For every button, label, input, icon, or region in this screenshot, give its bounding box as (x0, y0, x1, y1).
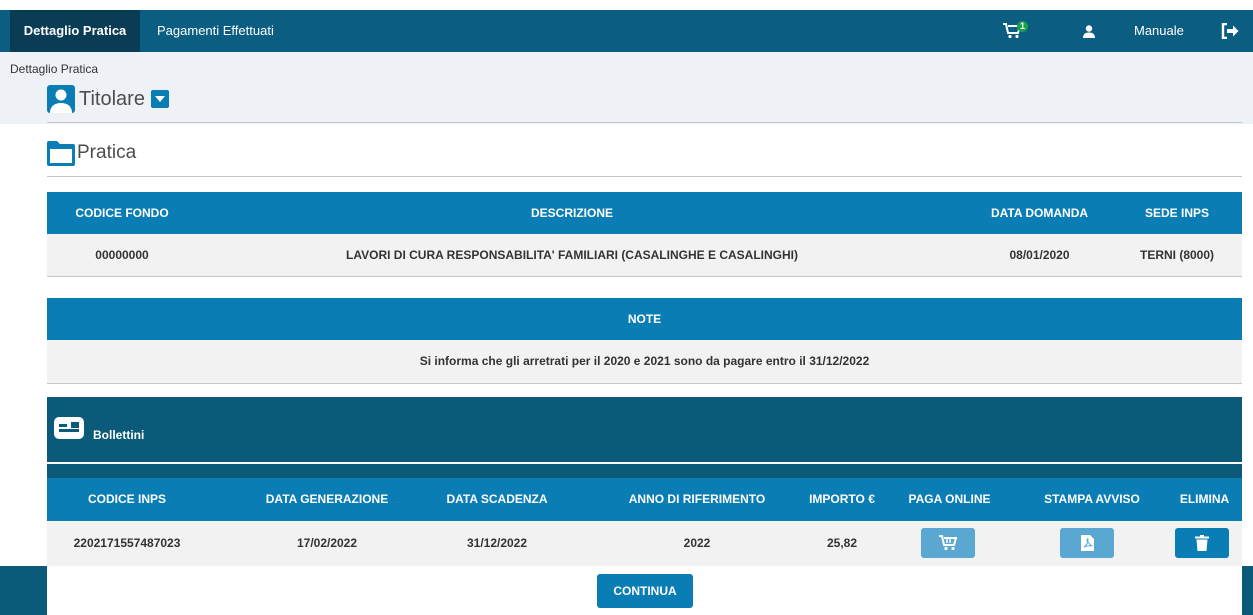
logout-icon (1221, 23, 1239, 39)
elimina-button[interactable] (1175, 528, 1229, 558)
user-box-icon (47, 85, 75, 113)
column-header: CODICE INPS (87, 492, 166, 506)
data-generazione-cell: 17/02/2022 (296, 536, 358, 550)
column-header: DESCRIZIONE (530, 206, 613, 220)
folder-icon (47, 141, 75, 166)
user-button[interactable] (1080, 10, 1098, 52)
sede-inps-cell: TERNI (8000) (1139, 248, 1215, 262)
column-header: DATA GENERAZIONE (265, 492, 389, 506)
codice-fondo-cell: 00000000 (95, 248, 149, 262)
divider (47, 176, 1242, 177)
header-band (0, 52, 1253, 124)
bollettini-title: Bollettini (93, 428, 145, 442)
titolare-section-header: Titolare (47, 85, 169, 113)
codice-inps-cell: 2202171557487023 (73, 536, 181, 550)
column-header: DATA DOMANDA (990, 206, 1089, 220)
paga-online-button[interactable] (921, 528, 975, 558)
divider (47, 122, 1242, 123)
column-header: STAMPA AVVISO (1044, 492, 1140, 506)
stampa-avviso-button[interactable] (1060, 528, 1114, 558)
pdf-file-icon (1080, 535, 1094, 551)
cart-icon (939, 535, 957, 551)
breadcrumb: Dettaglio Pratica (10, 62, 99, 76)
tab-dettaglio-pratica[interactable]: Dettaglio Pratica (10, 10, 140, 52)
column-header: PAGA ONLINE (908, 492, 991, 506)
anno-riferimento-cell: 2022 (683, 536, 711, 550)
id-card-icon (54, 417, 84, 439)
continua-button[interactable]: CONTINUA (597, 574, 693, 608)
pratica-table-header: CODICE FONDO DESCRIZIONE DATA DOMANDA SE… (47, 192, 1242, 234)
bollettini-table-header: CODICE INPS DATA GENERAZIONE DATA SCADEN… (47, 478, 1242, 521)
note-header-label: NOTE (627, 312, 662, 326)
column-header: ANNO DI RIFERIMENTO (628, 492, 766, 506)
data-domanda-cell: 08/01/2020 (1009, 248, 1070, 262)
pratica-table-row: 00000000 LAVORI DI CURA RESPONSABILITA' … (47, 234, 1242, 277)
column-header: SEDE INPS (1144, 206, 1210, 220)
logout-button[interactable] (1219, 10, 1241, 52)
note-header: NOTE (47, 298, 1242, 340)
pratica-section-header: Pratica (47, 140, 136, 166)
bollettini-panel-header: Bollettini (47, 397, 1242, 462)
descrizione-cell: LAVORI DI CURA RESPONSABILITA' FAMILIARI… (346, 248, 798, 262)
importo-cell: 25,82 (826, 536, 858, 550)
column-header: DATA SCADENZA (446, 492, 548, 506)
pratica-title: Pratica (77, 142, 137, 163)
cart-count-badge: 1 (1017, 21, 1029, 32)
titolare-toggle-button[interactable] (150, 90, 169, 108)
table-row: 2202171557487023 17/02/2022 31/12/2022 2… (47, 521, 1242, 566)
user-icon (1083, 24, 1095, 38)
trash-icon (1195, 535, 1209, 551)
note-text: Si informa che gli arretrati per il 2020… (419, 354, 870, 368)
column-header: CODICE FONDO (75, 206, 169, 220)
column-header: ELIMINA (1179, 492, 1230, 506)
data-scadenza-cell: 31/12/2022 (466, 536, 528, 550)
column-header: IMPORTO € (809, 492, 875, 506)
manual-link[interactable]: Manuale (1134, 10, 1184, 52)
top-navbar: Dettaglio Pratica Pagamenti Effettuati 1 (0, 10, 1253, 52)
tab-pagamenti-effettuati[interactable]: Pagamenti Effettuati (157, 10, 274, 52)
caret-down-icon (150, 90, 169, 108)
note-row: Si informa che gli arretrati per il 2020… (47, 340, 1242, 384)
titolare-title: Titolare (79, 87, 145, 110)
